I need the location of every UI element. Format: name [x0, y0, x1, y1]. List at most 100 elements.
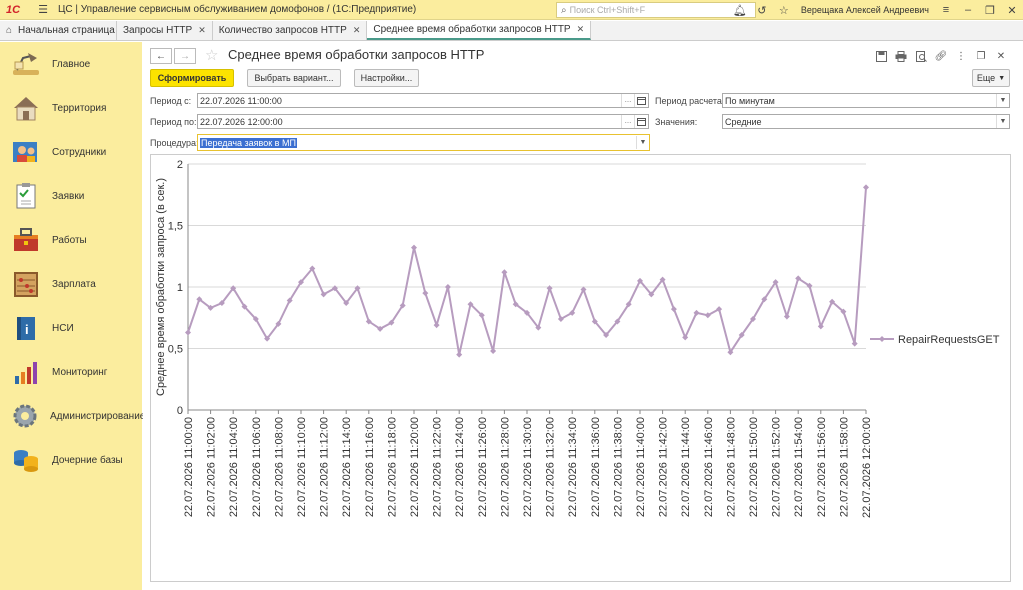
- sidebar-item-label: Мониторинг: [52, 366, 108, 378]
- x-tick-label: 22.07.2026 11:52:00: [771, 417, 783, 517]
- x-tick-label: 22.07.2026 11:58:00: [838, 417, 850, 517]
- house-icon: [10, 93, 42, 123]
- report-chart-area[interactable]: 0 0,5 1 1,5 2 Среднее время обработки запроса…: [150, 154, 1011, 582]
- current-user[interactable]: Верещака Алексей Андреевич: [801, 5, 929, 15]
- settings-button[interactable]: Настройки...: [354, 69, 419, 87]
- history-icon[interactable]: ↺: [751, 0, 773, 20]
- period-from-field[interactable]: 22.07.2026 11:00:00 …: [197, 93, 649, 108]
- period-to-value: 22.07.2026 12:00:00: [200, 116, 283, 127]
- sidebar-item-label: Дочерние базы: [52, 454, 123, 466]
- x-tick-label: 22.07.2026 11:00:00: [183, 417, 195, 517]
- data-point: [422, 290, 429, 297]
- calc-period-field[interactable]: По минутам ▼: [722, 93, 1010, 108]
- x-tick-label: 22.07.2026 11:56:00: [816, 417, 828, 517]
- clipboard-icon: [10, 181, 42, 211]
- sidebar-item-label: Работы: [52, 234, 87, 246]
- more-dots-icon[interactable]: …: [621, 115, 634, 128]
- save-icon[interactable]: [871, 48, 891, 64]
- calendar-icon[interactable]: [634, 94, 648, 107]
- period-to-field[interactable]: 22.07.2026 12:00:00 …: [197, 114, 649, 129]
- tab-home[interactable]: ⌂ Начальная страница: [0, 21, 117, 40]
- x-tick-label: 22.07.2026 11:30:00: [522, 417, 534, 517]
- tab-close-icon[interactable]: ✕: [198, 25, 206, 36]
- x-tick-label: 22.07.2026 11:22:00: [432, 417, 444, 517]
- tab-http-requests[interactable]: Запросы HTTP ✕: [117, 21, 213, 40]
- chevron-down-icon[interactable]: ▼: [996, 94, 1009, 107]
- tab-http-avg-time[interactable]: Среднее время обработки запросов HTTP ✕: [367, 21, 592, 40]
- x-tick-label: 22.07.2026 11:12:00: [319, 417, 331, 517]
- search-input[interactable]: ⌕ Поиск Ctrl+Shift+F: [556, 2, 756, 18]
- maximize-icon[interactable]: ❐: [979, 0, 1001, 20]
- calendar-icon[interactable]: [634, 115, 648, 128]
- data-point: [456, 351, 463, 358]
- legend-label: RepairRequestsGET: [898, 334, 1000, 346]
- search-placeholder: Поиск Ctrl+Shift+F: [569, 5, 646, 15]
- sidebar-item-nsi[interactable]: i НСИ: [0, 306, 142, 350]
- x-tick-label: 22.07.2026 11:42:00: [658, 417, 670, 517]
- report-form: ← → ☆ Среднее время обработки запросов H…: [143, 42, 1023, 590]
- sidebar-item-requests[interactable]: Заявки: [0, 174, 142, 218]
- data-point: [682, 334, 689, 341]
- more-button[interactable]: Еще ▼: [972, 69, 1010, 87]
- more-vertical-icon[interactable]: ⋮: [951, 48, 971, 64]
- data-point: [501, 269, 508, 276]
- sidebar-item-salary[interactable]: Зарплата: [0, 262, 142, 306]
- preview-icon[interactable]: [911, 48, 931, 64]
- sidebar-item-administration[interactable]: Администрирование: [0, 394, 146, 438]
- databases-icon: [10, 445, 42, 475]
- procedure-label: Процедура:: [150, 138, 199, 148]
- chevron-down-icon[interactable]: ▼: [636, 136, 649, 149]
- link-icon[interactable]: 🔗︎: [931, 48, 951, 64]
- x-tick-label: 22.07.2026 11:48:00: [725, 417, 737, 517]
- sidebar-item-label: Зарплата: [52, 278, 96, 290]
- values-field[interactable]: Средние ▼: [722, 114, 1010, 129]
- sidebar-item-child-databases[interactable]: Дочерние базы: [0, 438, 142, 482]
- sidebar-item-label: Территория: [52, 102, 107, 114]
- procedure-field[interactable]: Передача заявок в МП ▼: [197, 134, 650, 151]
- info-book-icon: i: [10, 313, 42, 343]
- x-tick-label: 22.07.2026 11:20:00: [409, 417, 421, 517]
- sidebar-item-main[interactable]: Главное: [0, 42, 142, 86]
- x-tick-label: 22.07.2026 11:02:00: [206, 417, 218, 517]
- y-tick-label: 1: [177, 282, 183, 294]
- notifications-bell-icon[interactable]: 🔔︎: [729, 0, 751, 20]
- tab-label: Запросы HTTP: [123, 25, 193, 36]
- x-tick-label: 22.07.2026 12:00:00: [861, 417, 873, 518]
- x-tick-label: 22.07.2026 11:44:00: [680, 417, 692, 517]
- sidebar-item-employees[interactable]: Сотрудники: [0, 130, 142, 174]
- close-icon[interactable]: ✕: [1001, 0, 1023, 20]
- back-button[interactable]: ←: [150, 48, 172, 64]
- x-tick-label: 22.07.2026 11:50:00: [748, 417, 760, 517]
- sidebar-item-works[interactable]: Работы: [0, 218, 142, 262]
- tab-close-icon[interactable]: ✕: [353, 25, 361, 36]
- main-menu-icon[interactable]: ☰: [36, 3, 50, 17]
- minimize-icon[interactable]: –: [957, 0, 979, 20]
- chevron-down-icon[interactable]: ▼: [996, 115, 1009, 128]
- search-icon: ⌕: [561, 4, 567, 16]
- favorites-star-icon[interactable]: ☆: [773, 0, 795, 20]
- window-maximize-icon[interactable]: ❐: [971, 48, 991, 64]
- data-point: [546, 285, 553, 292]
- select-variant-button[interactable]: Выбрать вариант...: [247, 69, 341, 87]
- sidebar-item-territory[interactable]: Территория: [0, 86, 142, 130]
- window-close-icon[interactable]: ✕: [991, 48, 1011, 64]
- tab-label: Начальная страница: [18, 25, 115, 36]
- y-tick-label: 2: [177, 159, 183, 171]
- print-icon[interactable]: [891, 48, 911, 64]
- tab-label: Количество запросов HTTP: [218, 25, 347, 36]
- period-from-label: Период с:: [150, 96, 192, 106]
- generate-button[interactable]: Сформировать: [150, 69, 234, 87]
- arrow-left-icon: ←: [156, 50, 166, 62]
- data-point: [433, 322, 440, 329]
- more-dots-icon[interactable]: …: [621, 94, 634, 107]
- sidebar-item-label: Администрирование: [50, 410, 146, 422]
- tab-http-requests-count[interactable]: Количество запросов HTTP ✕: [213, 21, 368, 40]
- sidebar-item-label: Заявки: [52, 190, 85, 202]
- svg-text:i: i: [25, 322, 29, 337]
- settings-menu-icon[interactable]: ≡: [935, 0, 957, 20]
- add-to-favorites-star-icon[interactable]: ☆: [205, 46, 218, 64]
- forward-button[interactable]: →: [174, 48, 196, 64]
- tab-close-icon[interactable]: ✕: [577, 24, 585, 35]
- x-tick-label: 22.07.2026 11:34:00: [567, 417, 579, 517]
- sidebar-item-monitoring[interactable]: Мониторинг: [0, 350, 142, 394]
